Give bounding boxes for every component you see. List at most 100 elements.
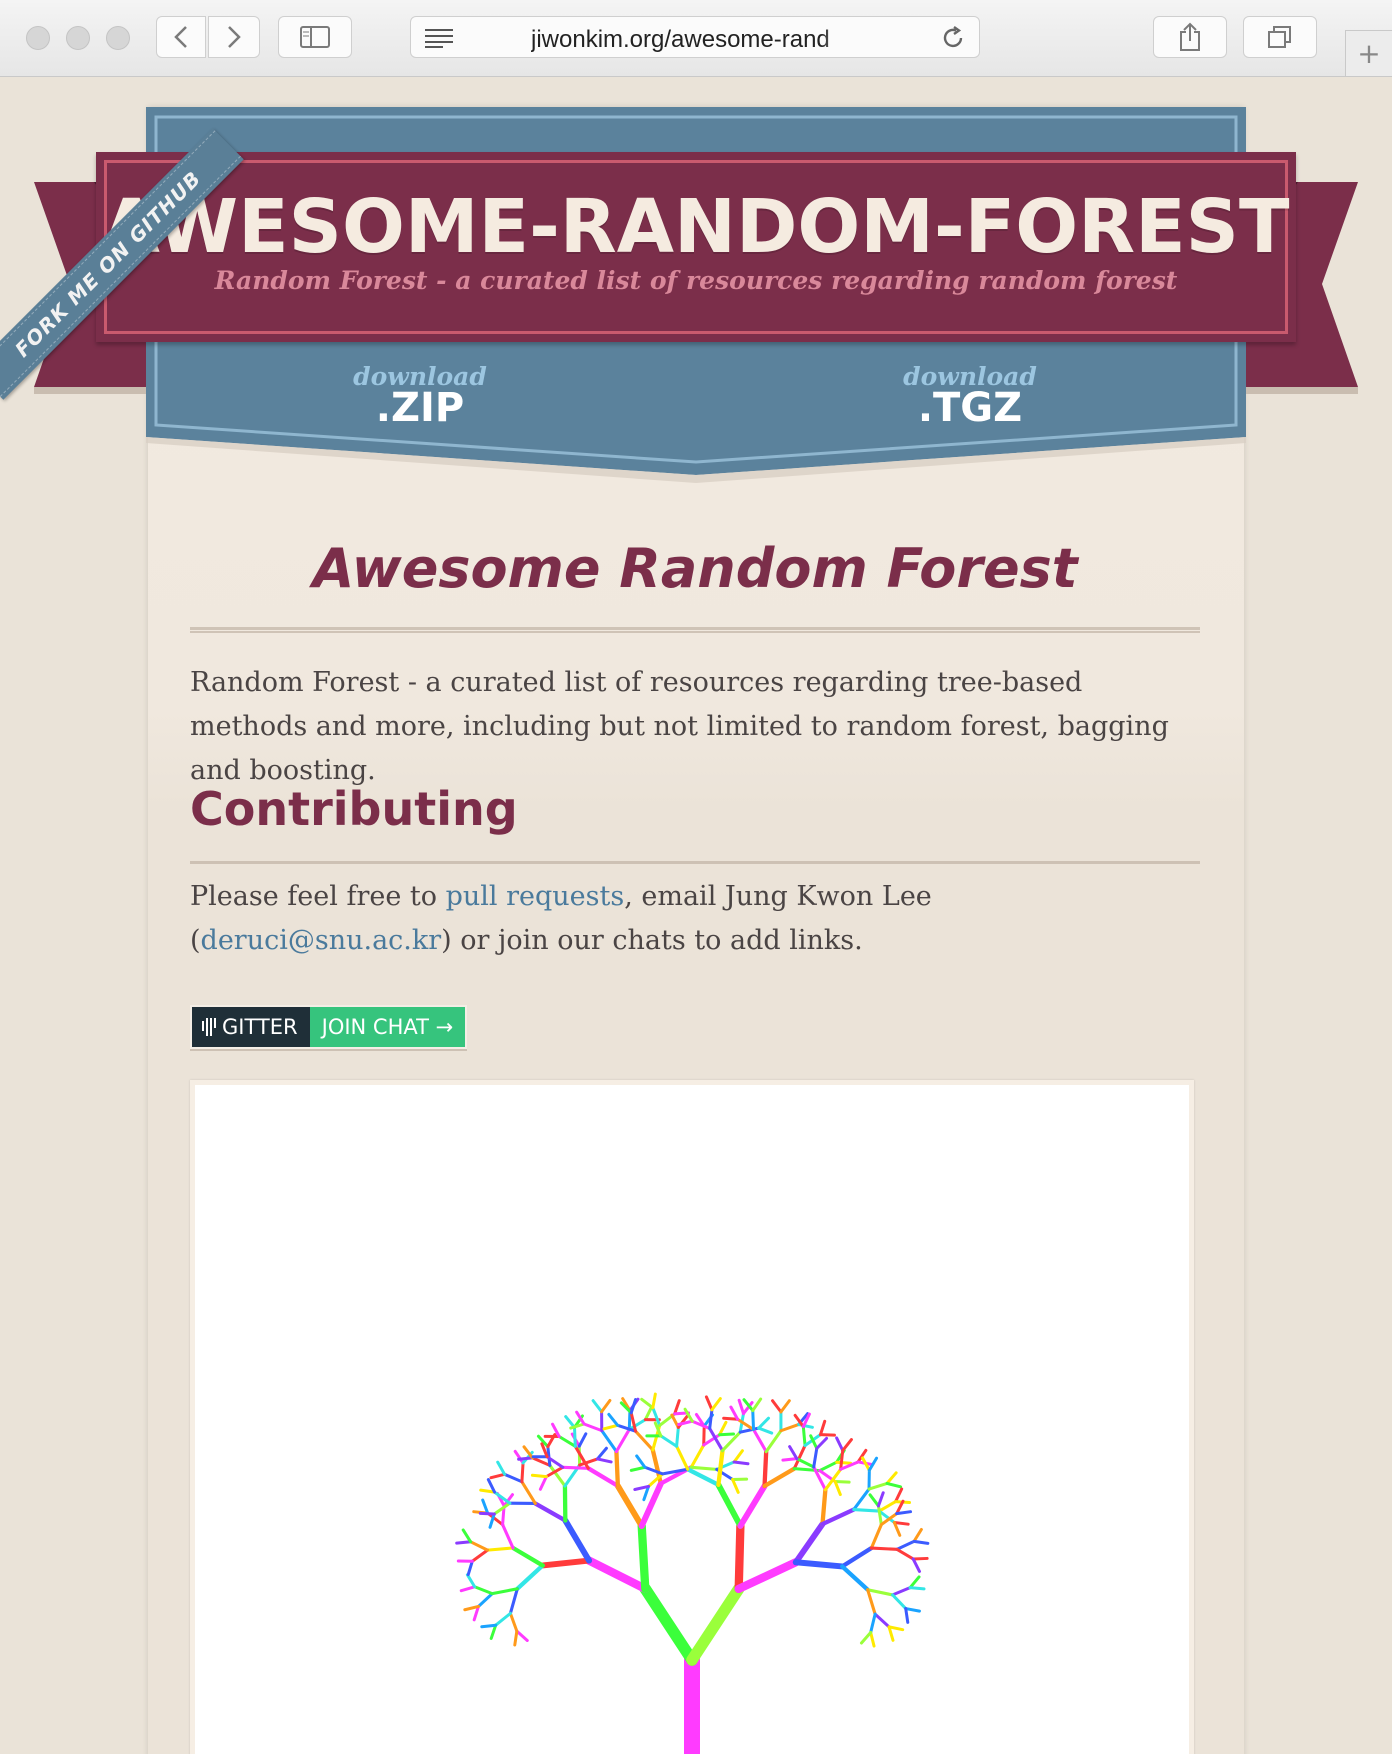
contributing-heading: Contributing [190,782,518,836]
tree-branch [469,1540,490,1552]
sidebar-button[interactable] [278,16,352,58]
tree-branch [734,1521,745,1594]
tree-branch [885,1481,903,1489]
tree-branch [503,1472,524,1484]
tree-branch [894,1487,904,1504]
tabs-icon [1268,26,1291,48]
email-link[interactable]: deruci@snu.ac.kr [201,925,442,956]
tree-branch [867,1481,889,1491]
tree-branch [659,1434,679,1448]
tree-branch [757,1426,774,1435]
tree-branch [788,1445,799,1461]
tree-branch [602,1423,620,1431]
tree-branch [912,1527,923,1543]
tree-branch [792,1521,826,1566]
tree-branch [476,1592,494,1608]
tree-branch [539,1557,593,1569]
tree-branch [891,1586,912,1597]
reload-icon[interactable] [941,26,965,50]
tree-drawing [455,1392,930,1754]
tree-branch [577,1432,588,1448]
tree-branch [478,1511,496,1516]
tree-branch [815,1436,829,1450]
pull-requests-link[interactable]: pull requests [446,881,625,912]
forward-button[interactable] [208,16,260,58]
tree-branch [757,1416,770,1430]
tree-branch [629,1398,638,1415]
tree-branch [480,1623,498,1629]
new-tab-button[interactable]: + [1345,30,1392,76]
share-button[interactable] [1153,16,1227,58]
site-subtitle: Random Forest - a curated list of resour… [214,266,1178,295]
tree-branch [731,1478,740,1494]
tree-branch [675,1444,690,1471]
download-tgz-link[interactable]: download .TGZ [840,362,1100,431]
tree-branch [734,1558,800,1594]
tree-branch [866,1588,895,1597]
tree-branch [689,1443,706,1469]
tree-branch [510,1545,545,1568]
tree-branch [595,1457,613,1464]
tree-branch [515,1563,545,1591]
tree-branch [885,1471,898,1485]
gitter-label: GITTER [222,1015,298,1039]
tree-branch [818,1419,827,1437]
tree-branch [501,1523,515,1550]
tree-branch [895,1539,916,1551]
tree-branch [614,1427,631,1454]
minimize-window-icon[interactable] [66,26,90,50]
tree-branch [869,1546,899,1551]
tree-branch [801,1425,807,1447]
join-chat-label: JOIN CHAT → [321,1015,454,1039]
tree-branch [561,1465,590,1470]
tree-branch [704,1395,714,1412]
tree-branch [595,1446,608,1461]
tree-branch [533,1501,568,1523]
tree-branch [812,1446,819,1469]
tree-branch [586,1466,621,1489]
back-button[interactable] [156,16,206,58]
tree-branch [639,1583,698,1666]
sidebar-icon [300,26,330,48]
tree-branch [718,1420,728,1437]
download-zip-ext: .ZIP [375,385,465,431]
tree-branch [455,1540,473,1545]
tree-branch [795,1457,816,1469]
share-icon [1180,22,1200,51]
random-tree-illustration [190,1080,1194,1754]
tree-branch [544,1465,565,1479]
tree-branch [762,1449,769,1489]
tree-branch [792,1559,846,1570]
tree-branch [473,1585,494,1596]
tree-branch [912,1539,930,1545]
address-bar[interactable]: jiwonkim.org/awesome-rand [410,16,980,58]
close-window-icon[interactable] [26,26,50,50]
tree-branch [520,1461,525,1484]
tree-branch [895,1547,915,1561]
tree-branch [762,1466,797,1489]
tree-branch [582,1422,604,1433]
gitter-badge[interactable]: GITTER JOIN CHAT → [190,1005,468,1049]
tree-branch [481,1498,490,1515]
reader-icon[interactable] [425,28,455,48]
tree-branch [584,1556,650,1594]
tree-branch [839,1449,845,1471]
tree-branch [489,1472,507,1480]
tree-branch [686,1583,745,1666]
tree-branch [600,1398,612,1414]
tree-branch [737,1483,768,1529]
tree-branch [818,1460,839,1473]
contrib-text-3: ) or join our chats to add links. [441,925,863,956]
tree-branch [820,1507,856,1527]
zoom-window-icon[interactable] [106,26,130,50]
tree-branch [868,1493,880,1508]
tree-branch [841,1438,853,1453]
download-zip-link[interactable]: download .ZIP [290,362,550,431]
tabs-button[interactable] [1243,16,1317,58]
tree-branch [591,1399,604,1414]
tree-branch [852,1508,881,1513]
tree-branch [751,1397,763,1413]
tree-branch [466,1559,474,1577]
tree-branch [470,1548,490,1563]
tree-branch [685,1467,721,1487]
